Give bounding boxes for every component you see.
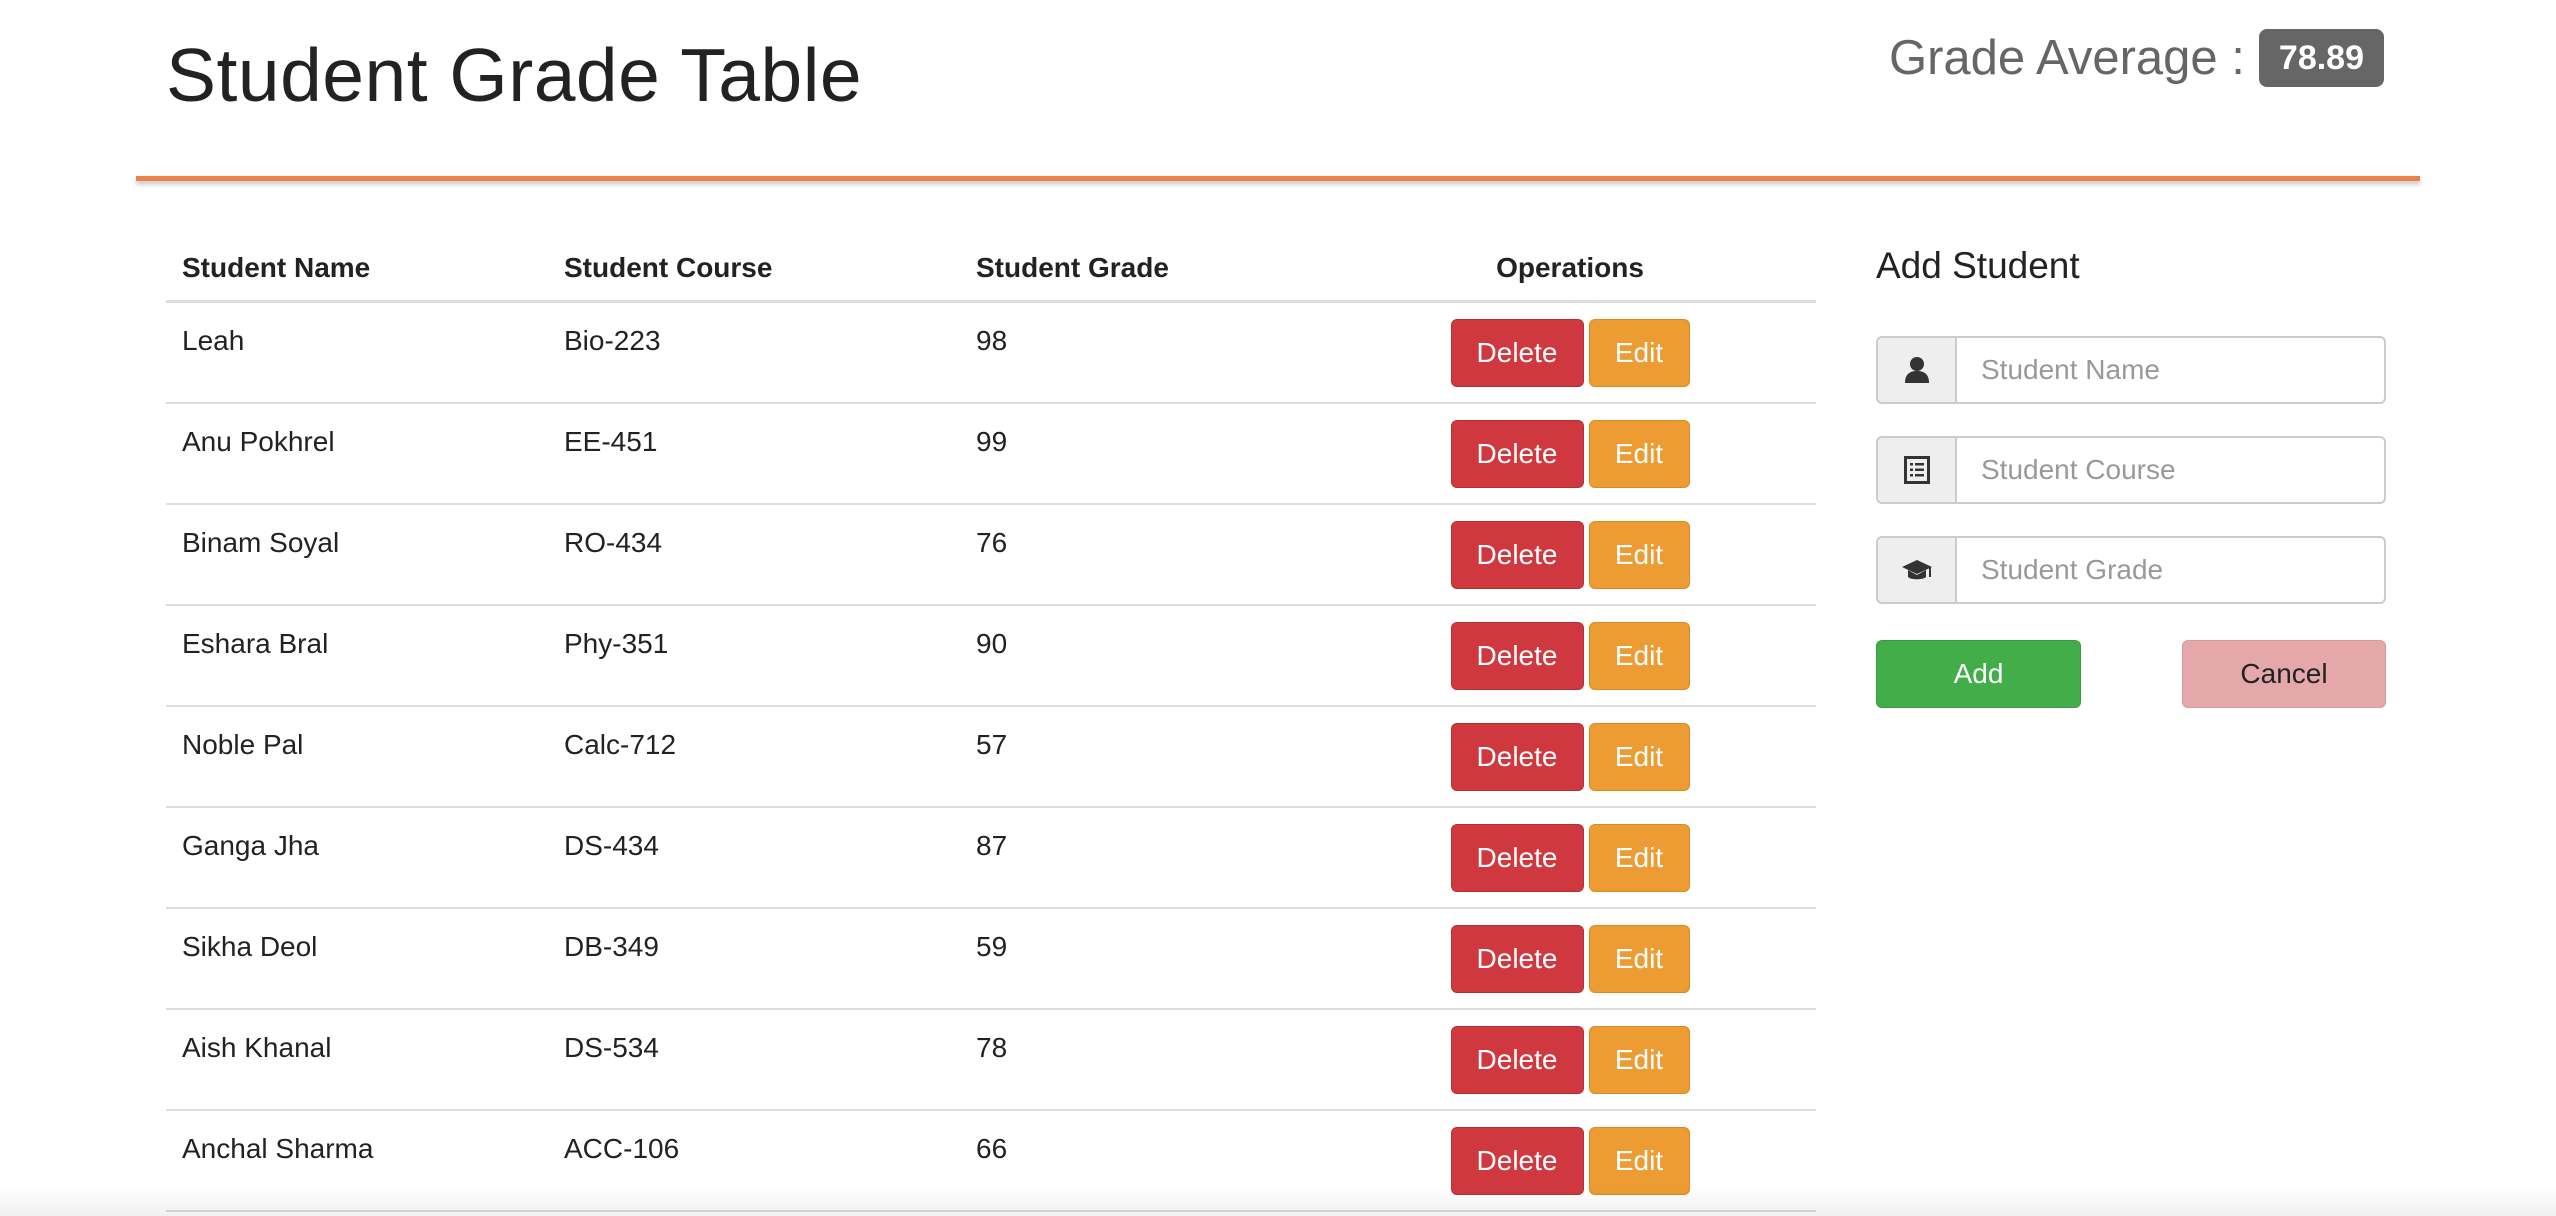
student-course-cell: EE-451 [548,402,960,505]
operations-cell: Delete Edit [1324,402,1816,505]
delete-button[interactable]: Delete [1450,621,1584,690]
table-row: Noble Pal Calc-712 57 Delete Edit [166,705,1816,808]
student-name-cell: Leah [166,301,548,404]
operations-cell: Delete Edit [1324,1109,1816,1212]
student-course-cell: Calc-712 [548,705,960,808]
grade-average: Grade Average : 78.89 [1889,26,2384,90]
header-divider [136,176,2420,181]
student-course-cell: DB-349 [548,907,960,1010]
student-grade-cell: 98 [960,301,1324,404]
operations-cell: Delete Edit [1324,806,1816,909]
table-header: Student Name Student Course Student Grad… [166,236,1816,303]
delete-button[interactable]: Delete [1450,319,1584,387]
student-course-cell: ACC-106 [548,1109,960,1212]
table-row: Anu Pokhrel EE-451 99 Delete Edit [166,402,1816,505]
form-title: Add Student [1876,245,2080,286]
edit-button[interactable]: Edit [1588,419,1690,488]
table-row: Leah Bio-223 98 Delete Edit [166,301,1816,404]
student-table: Student Name Student Course Student Grad… [166,236,1816,1212]
table-row: Eshara Bral Phy-351 90 Delete Edit [166,604,1816,707]
student-course-cell: Phy-351 [548,604,960,707]
table-row: Ganga Jha DS-434 87 Delete Edit [166,806,1816,909]
student-name-cell: Sikha Deol [166,907,548,1010]
student-table-container: Student Name Student Course Student Grad… [166,236,1816,1212]
grade-average-label: Grade Average : [1888,31,2245,85]
edit-button[interactable]: Edit [1588,823,1690,892]
student-name-cell: Anchal Sharma [166,1109,548,1212]
student-course-cell: RO-434 [548,503,960,606]
operations-cell: Delete Edit [1324,301,1816,404]
student-name-group [1876,336,2386,404]
delete-button[interactable]: Delete [1450,520,1584,589]
table-row: Binam Soyal RO-434 76 Delete Edit [166,503,1816,606]
delete-button[interactable]: Delete [1450,823,1584,892]
edit-button[interactable]: Edit [1588,319,1690,387]
operations-cell: Delete Edit [1324,907,1816,1010]
student-grade-input[interactable] [1955,536,2386,604]
page: Student Grade Table Grade Average : 78.8… [0,0,2556,1216]
user-icon [1876,336,1955,404]
delete-button[interactable]: Delete [1450,1126,1584,1195]
add-button[interactable]: Add [1876,640,2081,708]
student-course-group [1876,436,2386,504]
column-header-operations: Operations [1324,236,1816,303]
delete-button[interactable]: Delete [1450,924,1584,993]
student-grade-cell: 76 [960,503,1324,606]
add-student-form: Add Student Student Name Student Course … [1876,236,2386,708]
student-name-cell: Ganga Jha [166,806,548,909]
student-grade-cell: 99 [960,402,1324,505]
delete-button[interactable]: Delete [1450,722,1584,791]
student-name-cell: Noble Pal [166,705,548,808]
student-grade-cell: 87 [960,806,1324,909]
column-header-course: Student Course [548,236,960,303]
operations-cell: Delete Edit [1324,604,1816,707]
student-name-cell: Eshara Bral [166,604,548,707]
student-course-cell: DS-534 [548,1008,960,1111]
edit-button[interactable]: Edit [1588,621,1690,690]
student-grade-cell: 90 [960,604,1324,707]
table-body: Leah Bio-223 98 Delete Edit Anu Pokhrel EE-451… [166,301,1816,1212]
edit-button[interactable]: Edit [1588,1025,1690,1094]
student-grade-cell: 78 [960,1008,1324,1111]
column-header-grade: Student Grade [960,236,1324,303]
edit-button[interactable]: Edit [1588,924,1690,993]
operations-cell: Delete Edit [1324,1008,1816,1111]
edit-button[interactable]: Edit [1588,1126,1690,1195]
table-row: Anchal Sharma ACC-106 66 Delete Edit [166,1109,1816,1212]
student-course-cell: DS-434 [548,806,960,909]
student-course-cell: Bio-223 [548,301,960,404]
student-grade-cell: 59 [960,907,1324,1010]
table-row: Aish Khanal DS-534 78 Delete Edit [166,1008,1816,1111]
page-title: Student Grade Table [166,33,863,117]
cancel-button[interactable]: Cancel [2182,640,2386,708]
student-grade-cell: 66 [960,1109,1324,1212]
table-row: Sikha Deol DB-349 59 Delete Edit [166,907,1816,1010]
grade-average-badge: 78.89 [2258,29,2384,87]
edit-button[interactable]: Edit [1588,520,1690,589]
operations-cell: Delete Edit [1324,503,1816,606]
student-name-cell: Aish Khanal [166,1008,548,1111]
student-grade-cell: 57 [960,705,1324,808]
student-name-input[interactable] [1955,336,2386,404]
table-header-row: Student Name Student Course Student Grad… [166,236,1816,303]
student-name-cell: Binam Soyal [166,503,548,606]
header: Student Grade Table Grade Average : 78.8… [0,0,2556,190]
student-grade-group [1876,536,2386,604]
delete-button[interactable]: Delete [1450,1025,1584,1094]
student-course-input[interactable] [1955,436,2386,504]
student-name-cell: Anu Pokhrel [166,402,548,505]
graduation-cap-icon [1876,536,1955,604]
list-icon [1876,436,1955,504]
operations-cell: Delete Edit [1324,705,1816,808]
delete-button[interactable]: Delete [1450,419,1584,488]
edit-button[interactable]: Edit [1588,722,1690,791]
column-header-name: Student Name [166,236,548,303]
